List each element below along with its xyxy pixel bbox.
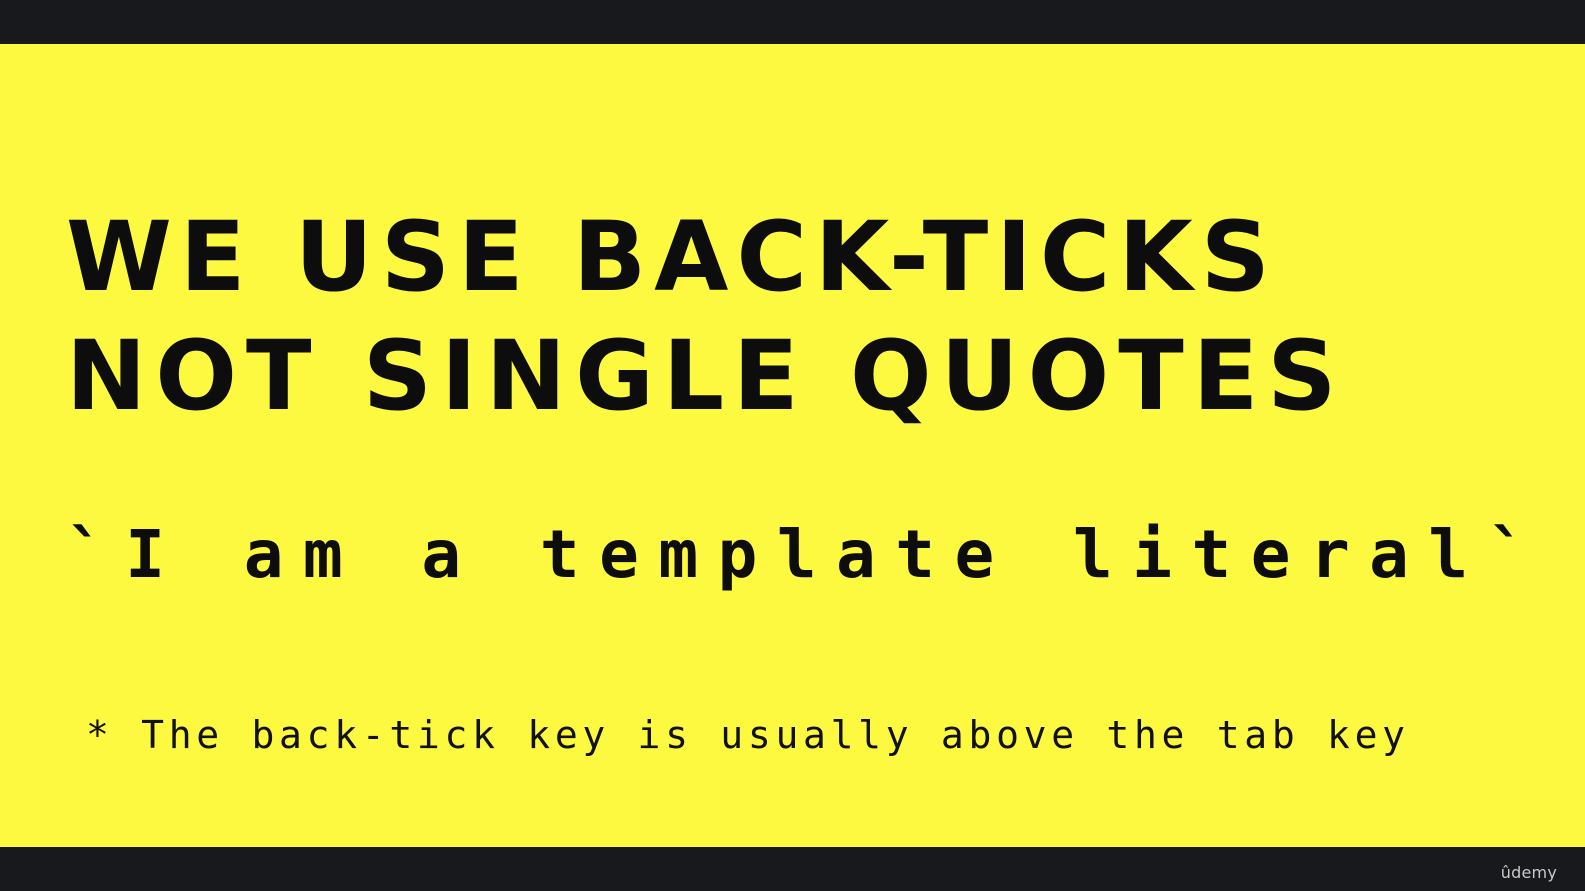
- video-bottom-letterbox: ûdemy: [0, 847, 1585, 891]
- slide-headline-line-2: NOT SINGLE QUOTES: [66, 320, 1346, 432]
- udemy-logo: ûdemy: [1500, 863, 1557, 882]
- lecture-slide: WE USE BACK-TICKS NOT SINGLE QUOTES `I a…: [0, 44, 1585, 847]
- video-top-letterbox: [0, 0, 1585, 44]
- template-literal-example: `I am a template literal`: [66, 516, 1547, 593]
- slide-headline-line-1: WE USE BACK-TICKS: [66, 201, 1278, 313]
- slide-footnote: * The back-tick key is usually above the…: [86, 713, 1410, 757]
